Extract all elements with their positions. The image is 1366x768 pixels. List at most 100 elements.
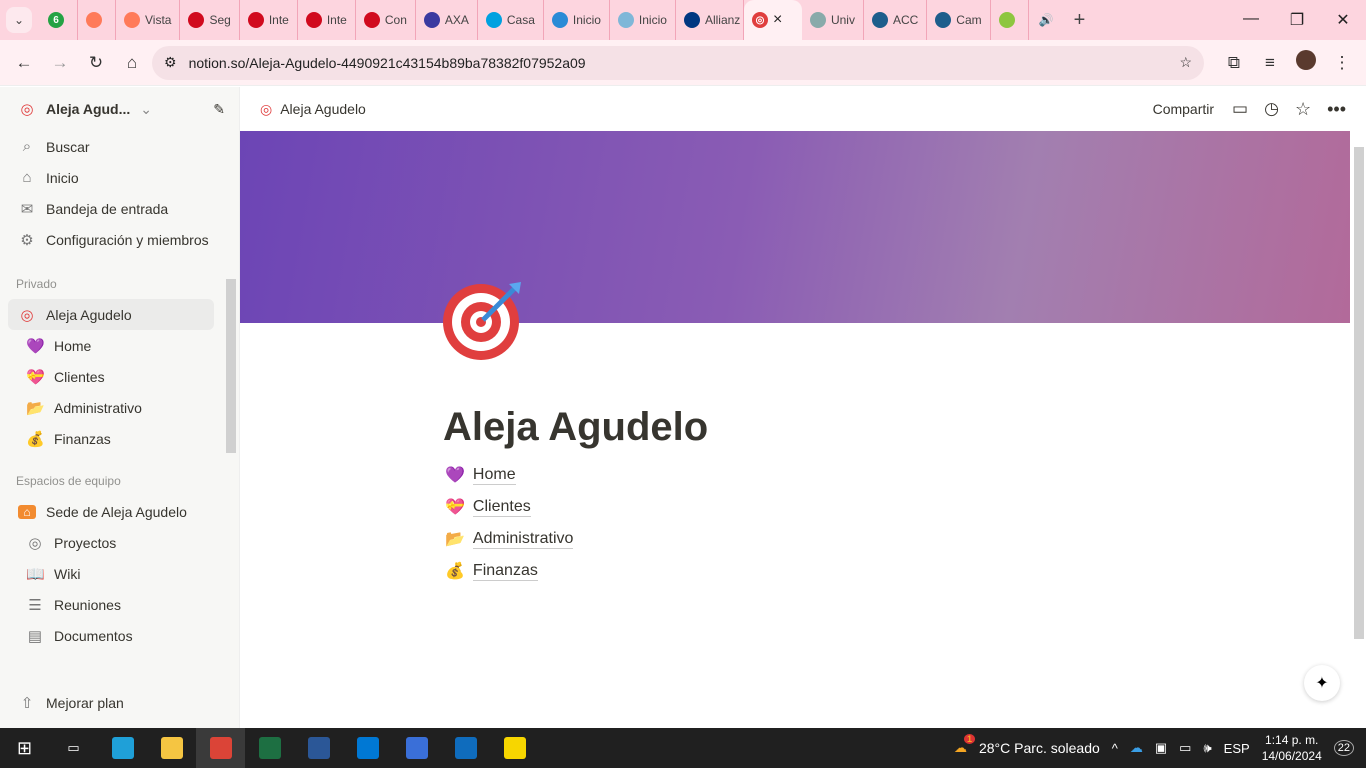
upgrade-plan-button[interactable]: ⇧ Mejorar plan [0,687,124,718]
browser-tab[interactable]: Con [356,0,416,40]
teams-section-label: Espacios de equipo [16,474,121,488]
media-control-icon[interactable]: ≡ [1254,53,1286,73]
show-hidden-icons[interactable]: ^ [1112,741,1118,756]
history-icon[interactable]: ◷ [1264,99,1279,119]
new-tab-button[interactable]: + [1064,9,1096,32]
sidebar-item-documentos[interactable]: ▤ Documentos [0,620,239,651]
browser-tab[interactable]: Inte [298,0,356,40]
forward-icon[interactable]: → [44,53,76,73]
page-link[interactable]: 📂 Administrativo [445,523,574,555]
tab-favicon-icon [247,12,264,28]
sidebar-item-label: Sede de Aleja Agudelo [46,503,187,520]
page-link-label: Clientes [472,497,531,517]
task-view-icon[interactable]: ▭ [49,728,98,768]
page-scrollbar[interactable] [1354,147,1364,639]
url-text[interactable]: notion.so/Aleja-Agudelo-4490921c43154b89… [189,55,1168,71]
browser-tab[interactable]: Cam [927,0,991,40]
favorite-star-icon[interactable]: ☆ [1295,99,1311,120]
notifications-button[interactable]: 22 [1333,740,1354,756]
page-link[interactable]: 💜 Home [445,459,573,491]
chevron-down-icon[interactable]: ⌄ [140,101,152,118]
extensions-icon[interactable]: ⧉ [1218,53,1250,73]
sidebar-item-finanzas[interactable]: 💰 Finanzas [0,423,239,454]
page-link[interactable]: 💰 Finanzas [445,555,573,587]
taskbar-app-excel[interactable] [245,728,294,768]
browser-tab[interactable]: Inicio [610,0,676,40]
page-icon-target[interactable] [443,280,523,360]
language-indicator[interactable]: ESP [1224,741,1250,756]
taskbar-app-chrome[interactable] [196,728,245,768]
taskbar-app-outlook[interactable] [441,728,490,768]
taskbar-app-word[interactable] [294,728,343,768]
sidebar-item-inicio[interactable]: ⌂ Inicio [0,162,239,193]
site-info-icon[interactable]: ⚙ [164,54,177,71]
new-page-icon[interactable]: ✎ [213,101,225,118]
sidebar-item-clientes[interactable]: 💝 Clientes [0,361,239,392]
close-window-button[interactable]: ✕ [1320,10,1366,30]
cover-image[interactable] [240,131,1350,323]
weather-text[interactable]: 28°C Parc. soleado [979,740,1100,756]
profile-avatar[interactable] [1290,50,1322,75]
page-link[interactable]: 💝 Clientes [445,491,573,523]
sidebar-item-home[interactable]: 💜 Home [0,330,239,361]
browser-tab[interactable] [78,0,116,40]
browser-tab[interactable]: Univ [802,0,864,40]
address-bar[interactable]: ⚙ notion.so/Aleja-Agudelo-4490921c43154b… [152,45,1204,80]
start-button[interactable]: ⊞ [0,728,49,768]
onedrive-icon[interactable]: ☁ [1130,740,1143,756]
restore-button[interactable]: ❐ [1274,10,1320,30]
tab-search-button[interactable]: ⌄ [6,7,32,33]
minimize-button[interactable]: — [1228,10,1274,30]
comments-icon[interactable]: ▭ [1232,99,1248,119]
taskbar-app-explorer[interactable] [147,728,196,768]
workspace-switcher[interactable]: ◎ Aleja Agud... ⌄ ✎ [0,87,239,131]
browser-tab[interactable]: Seg [180,0,240,40]
ai-assistant-button[interactable]: ✦ [1304,665,1340,701]
breadcrumb[interactable]: Aleja Agudelo [280,101,366,117]
weather-icon[interactable]: ☁ 1 [954,734,975,756]
browser-tab[interactable]: Inte [240,0,298,40]
battery-icon[interactable]: ▭ [1179,740,1191,756]
volume-icon[interactable]: 🕪 [1203,740,1211,756]
browser-tab[interactable]: Inicio [544,0,610,40]
browser-tab[interactable]: Casa [478,0,544,40]
sidebar-item-administrativo[interactable]: 📂 Administrativo [0,392,239,423]
clock[interactable]: 1:14 p. m. 14/06/2024 [1262,732,1322,764]
azure-devops-icon [356,737,379,759]
tab-active-notion[interactable]: ◎ × [743,0,802,40]
more-options-icon[interactable]: ••• [1327,99,1346,120]
menu-icon[interactable]: ⋮ [1326,53,1358,73]
sidebar-item-aleja-agudelo[interactable]: ◎ Aleja Agudelo [8,299,214,330]
page-icon: ☰ [28,596,42,614]
browser-tab[interactable]: Vista [116,0,181,40]
home-icon[interactable]: ⌂ [116,53,148,73]
taskbar-app-edge[interactable] [98,728,147,768]
network-icon[interactable]: ▣ [1155,740,1167,756]
browser-tab[interactable]: Allianz [676,0,744,40]
browser-tab[interactable]: AXA [416,0,478,40]
sidebar-item-wiki[interactable]: 📖 Wiki [0,558,239,589]
taskbar-app-azure-devops[interactable] [343,728,392,768]
share-button[interactable]: Compartir [1153,101,1214,117]
sidebar-item-bandeja[interactable]: ✉ Bandeja de entrada [0,193,239,224]
browser-tab[interactable]: ACC [864,0,928,40]
browser-tab[interactable]: 6 [40,0,78,40]
page-title[interactable]: Aleja Agudelo [443,405,708,450]
house-icon: ⌂ [18,504,36,519]
tab-title: Univ [830,13,855,27]
sidebar-item-buscar[interactable]: ⌕ Buscar [0,131,239,162]
taskbar-app-sticky-notes[interactable] [490,728,539,768]
sidebar-item-proyectos[interactable]: ◎ Proyectos [0,527,239,558]
taskbar-app-remote[interactable] [392,728,441,768]
browser-tab[interactable] [991,0,1029,40]
tab-favicon-icon [485,12,502,28]
sidebar-item-configuración[interactable]: ⚙ Configuración y miembros [0,224,239,255]
audio-icon[interactable]: 🔊 [1029,13,1064,27]
back-icon[interactable]: ← [8,53,40,73]
reload-icon[interactable]: ↻ [80,53,112,73]
bookmark-star-icon[interactable]: ☆ [1179,54,1192,71]
sidebar-scrollbar[interactable] [226,279,236,453]
close-tab-icon[interactable]: × [773,11,782,29]
sidebar-item-team-root[interactable]: ⌂ Sede de Aleja Agudelo [0,496,239,527]
sidebar-item-reuniones[interactable]: ☰ Reuniones [0,589,239,620]
